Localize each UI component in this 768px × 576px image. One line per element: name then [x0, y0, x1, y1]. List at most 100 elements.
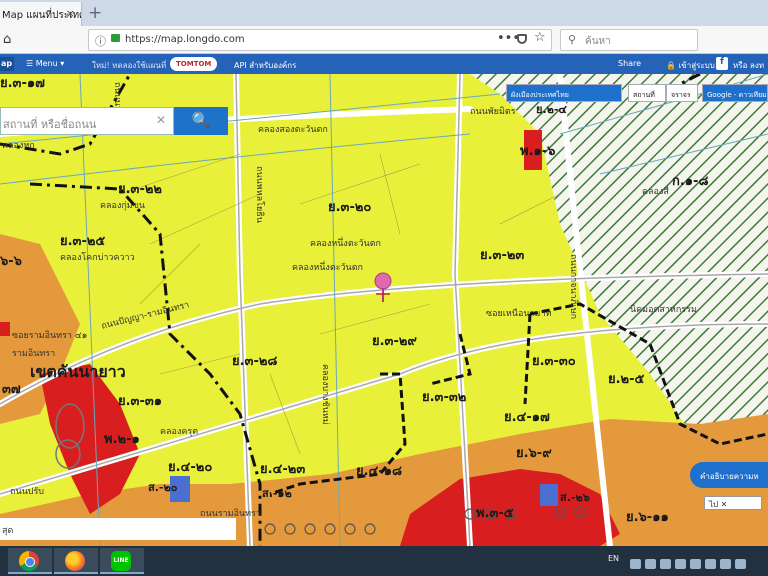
tray-icon[interactable] [675, 559, 686, 569]
map-street-label: คลองกุ่มขน [100, 201, 146, 211]
promo-link[interactable]: ใหม่! ทดลองใช้แผนที่ [92, 59, 166, 72]
login-button[interactable]: 🔒 เข้าสู่ระบบ [666, 59, 715, 72]
tray-icon[interactable] [630, 559, 641, 569]
zone-label[interactable]: ย.๔-๑๘ [356, 460, 402, 481]
zone-label[interactable]: ย.๓-๒๓ [480, 244, 524, 265]
zone-label[interactable]: ๓๗ [2, 378, 21, 399]
lock-icon [111, 34, 120, 42]
map-canvas[interactable]: ย.๓-๑๗ ย.๓-๒๒ ย.๓-๒๐ ย.๓-๒๕ ย.๓-๒๓ ย.๓-๒… [0, 74, 768, 546]
zone-label[interactable]: ย.๓-๓๐ [532, 350, 576, 371]
map-street-label: ถนนปรับ [10, 487, 45, 497]
zone-label[interactable]: ย.๔-๑๗ [504, 406, 550, 427]
zone-label[interactable]: ก.๑-๘ [672, 170, 709, 191]
chrome-taskbar-button[interactable] [8, 548, 52, 574]
tomtom-badge[interactable]: TOMTOM [170, 57, 218, 71]
facebook-icon[interactable]: f [716, 57, 728, 70]
bookmark-star-icon[interactable]: ☆ [534, 30, 546, 45]
api-link[interactable]: API สำหรับองค์กร [234, 59, 296, 72]
district-label[interactable]: เขตคันนายาว [30, 360, 126, 385]
tray-icon[interactable] [660, 559, 671, 569]
site-header: ap ☰ Menu ▾ ใหม่! ทดลองใช้แผนที่ TOMTOM … [0, 54, 768, 74]
map-street-label: ถนนกาจนาภิเษก [568, 254, 578, 320]
zone-label[interactable]: ส.-๒๖ [560, 488, 590, 506]
firefox-taskbar-button[interactable] [54, 548, 98, 574]
zone-label[interactable]: ย.๔-๒๓ [260, 458, 305, 479]
zone-label[interactable]: พ.๒-๑ [104, 428, 140, 449]
zone-label[interactable]: ย.๓-๒๕ [60, 230, 105, 251]
browser-nav-bar: ⌂ ⓘ https://map.longdo.com ••• ☆ ⚲ ค้นหา [0, 26, 768, 54]
language-indicator[interactable]: EN [608, 554, 619, 563]
home-icon[interactable]: ⌂ [3, 32, 11, 47]
map-bottom-strip: สุด [0, 518, 236, 540]
map-street-label: ซอยเหนือนามาท [486, 309, 552, 319]
browser-search-field[interactable]: ⚲ ค้นหา [560, 29, 698, 51]
search-icon: ⚲ [568, 33, 577, 46]
line-taskbar-button[interactable]: LINE [100, 548, 144, 574]
map-street-label: ถนนพัยมิตร [470, 107, 516, 117]
zone-label[interactable]: ย.๓-๒๒ [118, 178, 162, 199]
info-icon[interactable]: ⓘ [95, 33, 106, 49]
firefox-icon [65, 551, 85, 571]
zone-label[interactable]: ย.๖-๑๑ [626, 506, 669, 527]
browser-search-placeholder: ค้นหา [585, 36, 611, 47]
tray-icon[interactable] [705, 559, 716, 569]
map-street-label: นิคมอุตสาหกรรม [630, 305, 697, 315]
browser-tab-bar: Map แผนที่ประเทศไ × + [0, 0, 768, 26]
map-search-panel: สถานที่ หรือชื่อถนน ✕ 🔍 [0, 107, 228, 135]
map-search-button[interactable]: 🔍 [174, 107, 228, 135]
zone-label[interactable]: ย.๓-๒๙ [372, 330, 417, 351]
zone-label[interactable]: ส.-๑๒ [262, 484, 292, 502]
map-street-label: คลองสองตะวันตก [258, 125, 328, 135]
address-bar[interactable]: ⓘ https://map.longdo.com ••• ☆ [88, 29, 552, 51]
line-icon: LINE [111, 551, 131, 571]
zone-label[interactable]: ย.๖-๙ [516, 442, 552, 463]
share-button[interactable]: Share [618, 59, 641, 68]
site-logo[interactable]: ap [0, 57, 14, 71]
layer-google-button[interactable]: Google - ดาวเทียม [702, 84, 768, 102]
map-street-label: คลองหนึ่งตะวันตก [292, 263, 363, 273]
menu-button[interactable]: ☰ Menu ▾ [26, 59, 64, 68]
tray-icon[interactable] [690, 559, 701, 569]
map-street-label: ถนนพหลโยธิน [254, 166, 264, 223]
zone-label[interactable]: ย.๒-๕ [608, 368, 644, 389]
zone-label[interactable]: พ.๑-๖ [520, 140, 555, 161]
close-tab-icon[interactable]: × [66, 7, 75, 20]
os-taskbar: LINE EN [0, 546, 768, 576]
tray-icon[interactable] [720, 559, 731, 569]
map-street-label: คลองหก [2, 141, 35, 151]
map-street-label: คลองโคกบ่าวควาว [60, 253, 135, 263]
legend-button[interactable]: คำอธิบายความห [690, 462, 768, 488]
zone-label[interactable]: ย.๓-๓๒ [422, 386, 466, 407]
layer-place-button[interactable]: สถานที่ [628, 84, 666, 102]
zone-label[interactable]: ย.๓-๒๘ [232, 350, 277, 371]
url-text[interactable]: https://map.longdo.com [125, 34, 245, 45]
scale-box[interactable]: ไป ✕ [704, 496, 762, 510]
login-or-text: หรือ ลงท [733, 61, 764, 70]
zone-label[interactable]: ๖-๖ [0, 250, 22, 271]
zone-label[interactable]: พ.๓-๕ [476, 502, 514, 523]
layer-city-plan-button[interactable]: ผังเมืองประเทศไทย [506, 84, 622, 102]
zone-label[interactable]: ย.๔-๒๐ [168, 456, 212, 477]
zone-label[interactable]: ย.๓-๑๗ [0, 74, 45, 93]
zone-label[interactable]: ส.-๒๐ [148, 478, 177, 496]
clear-search-icon[interactable]: ✕ [156, 113, 166, 127]
zone-label[interactable]: ย.๒-๔ [536, 100, 567, 118]
system-tray [630, 554, 764, 569]
browser-tab[interactable]: Map แผนที่ประเทศไ × [0, 2, 82, 26]
tray-icon[interactable] [645, 559, 656, 569]
tray-icon[interactable] [735, 559, 746, 569]
map-street-label: คลองบางชันหม่ [320, 364, 330, 425]
map-street-label: คลองหนึ่งตะวันตก [310, 239, 381, 249]
zone-red-edge [0, 322, 10, 336]
map-street-label: คลองสี่ [642, 187, 669, 197]
new-tab-button[interactable]: + [88, 3, 102, 23]
map-street-label: รามอินทรา [12, 349, 56, 359]
zone-label[interactable]: ย.๓-๓๑ [118, 390, 162, 411]
pocket-icon[interactable] [517, 34, 527, 44]
map-street-label: ซอยรามอินทรา ๔๑ [12, 331, 88, 341]
map-search-input[interactable]: สถานที่ หรือชื่อถนน [0, 107, 174, 135]
map-search-placeholder: สถานที่ หรือชื่อถนน [3, 118, 97, 131]
zone-label[interactable]: ย.๓-๒๐ [328, 196, 371, 217]
zone-blue-2 [540, 484, 558, 506]
layer-traffic-button[interactable]: จราจร [666, 84, 698, 102]
